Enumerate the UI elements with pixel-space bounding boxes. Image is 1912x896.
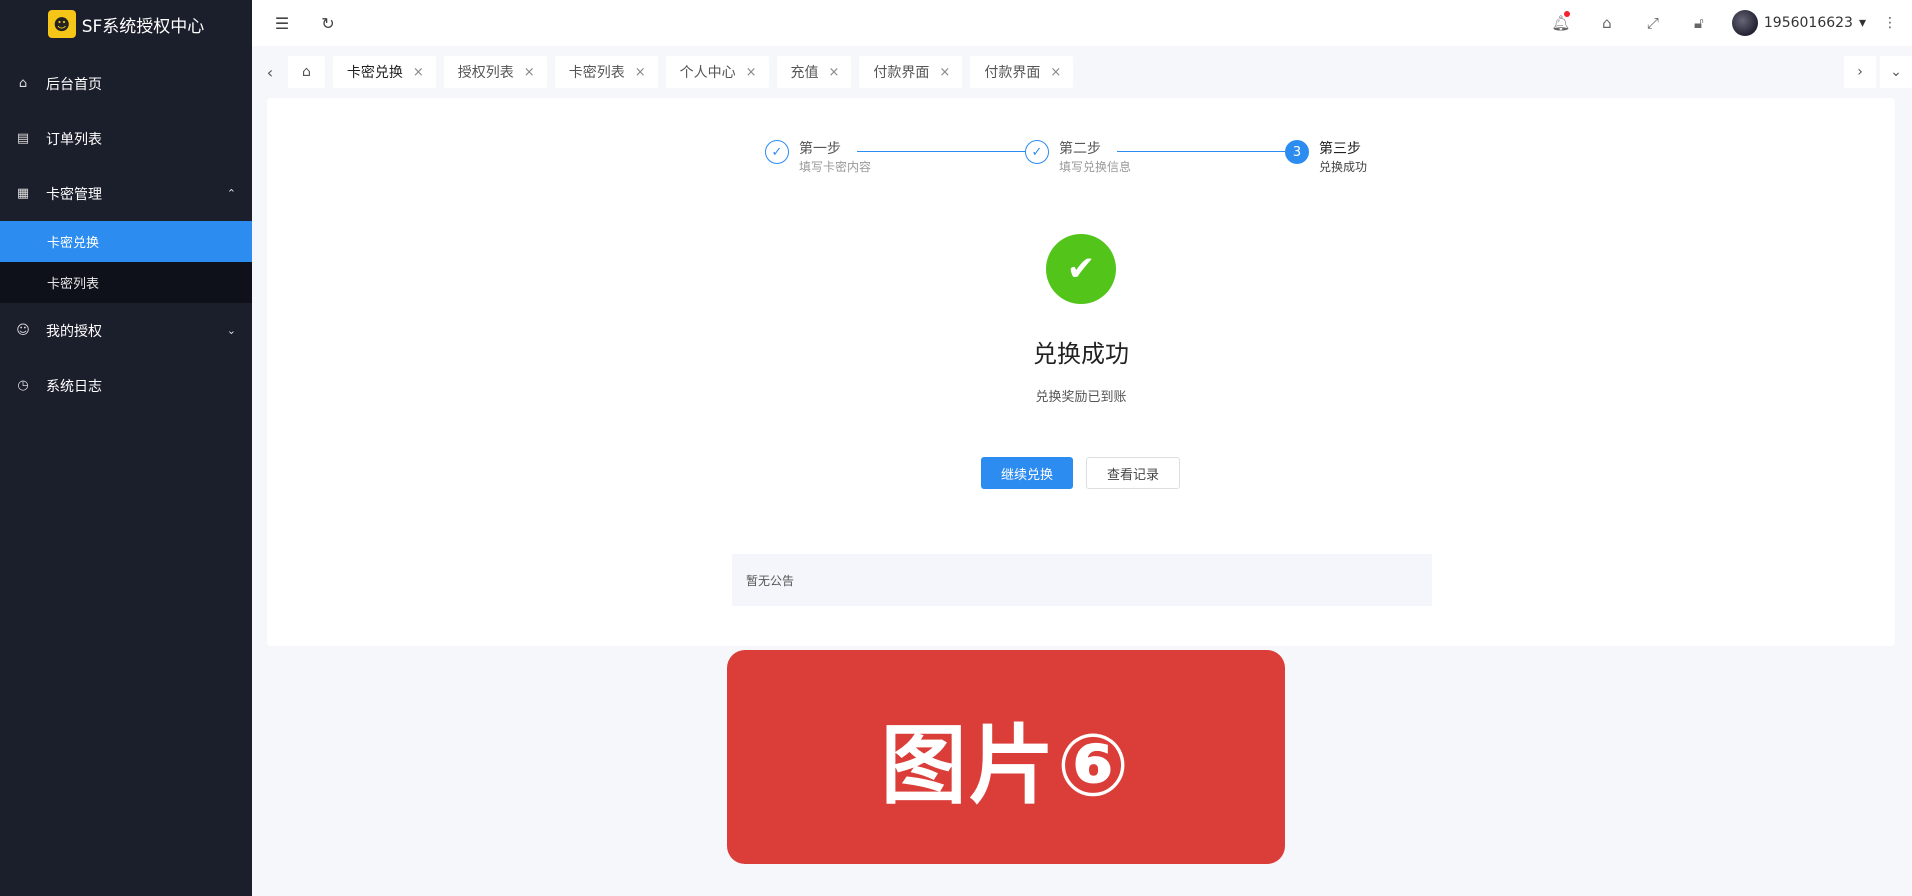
sidebar-item-label: 系统日志 <box>46 378 102 395</box>
fullscreen-icon[interactable]: ⤢ <box>1630 14 1676 32</box>
tab-home[interactable]: ⌂ <box>288 56 325 88</box>
sidebar-menu: ⌂ 后台首页 ▤ 订单列表 ▦ 卡密管理 ⌃ 卡密兑换 卡密列表 ☺ 我的授权 … <box>0 56 252 413</box>
tab-card-redeem[interactable]: 卡密兑换 × <box>332 56 436 88</box>
tab-recharge[interactable]: 充值 × <box>776 56 852 88</box>
refresh-icon[interactable]: ↻ <box>318 14 338 33</box>
sidebar-item-label: 订单列表 <box>46 131 102 148</box>
steps: ✓ 第一步 填写卡密内容 ✓ 第二步 填写兑换信息 3 第三步 兑换成功 <box>765 140 1385 180</box>
more-vertical-icon[interactable]: ⋮ <box>1878 15 1902 31</box>
grid-icon: ▦ <box>16 186 30 201</box>
chevron-left-icon[interactable]: ‹ <box>252 63 288 82</box>
check-icon: ✓ <box>1025 140 1049 164</box>
tab-label: 个人中心 <box>679 65 736 81</box>
notification-dot <box>1563 11 1570 17</box>
sidebar: ☻ SF系统授权中心 ⌂ 后台首页 ▤ 订单列表 ▦ 卡密管理 ⌃ 卡密兑换 卡… <box>0 0 252 896</box>
step-1: ✓ 第一步 填写卡密内容 <box>765 140 871 176</box>
close-icon[interactable]: × <box>1050 65 1061 80</box>
close-icon[interactable]: × <box>635 65 646 80</box>
home-icon: ⌂ <box>302 64 311 80</box>
sidebar-item-card-management[interactable]: ▦ 卡密管理 ⌃ <box>0 166 252 221</box>
close-icon[interactable]: × <box>829 65 840 80</box>
step-desc: 填写兑换信息 <box>1059 160 1132 174</box>
result-title: 兑换成功 <box>1033 340 1129 368</box>
chevron-right-icon[interactable]: › <box>1844 56 1876 88</box>
tab-payment-1[interactable]: 付款界面 × <box>859 56 963 88</box>
step-3: 3 第三步 兑换成功 <box>1285 140 1367 176</box>
sidebar-item-label: 卡密管理 <box>46 186 102 203</box>
caret-down-icon: ▾ <box>1858 15 1866 31</box>
top-header: ☰ ↻ 🔔︎ ⌂ ⤢ 🔓︎ 1956016623 ▾ ⋮ <box>252 0 1912 46</box>
username: 1956016623 <box>1763 15 1853 31</box>
clock-icon: ◷ <box>17 378 29 393</box>
sidebar-subitem-card-list[interactable]: 卡密列表 <box>0 262 252 303</box>
success-check-icon: ✔ <box>1046 234 1116 304</box>
check-icon: ✓ <box>765 140 789 164</box>
notice-box: 暂无公告 <box>732 554 1432 606</box>
image-label-banner: 图片⑥ <box>727 650 1285 864</box>
sidebar-item-orders[interactable]: ▤ 订单列表 <box>0 111 252 166</box>
chevron-down-icon: ⌄ <box>226 324 236 337</box>
tab-personal-center[interactable]: 个人中心 × <box>665 56 769 88</box>
lock-icon[interactable]: 🔓︎ <box>1676 14 1722 32</box>
tag-icon[interactable]: ⌂ <box>1584 14 1630 32</box>
sidebar-item-label: 我的授权 <box>46 323 102 340</box>
close-icon[interactable]: × <box>746 65 757 80</box>
tab-label: 付款界面 <box>984 65 1041 81</box>
view-records-button[interactable]: 查看记录 <box>1086 457 1180 489</box>
sidebar-item-dashboard[interactable]: ⌂ 后台首页 <box>0 56 252 111</box>
banner-text: 图片⑥ <box>880 715 1132 816</box>
app-title: SF系统授权中心 <box>81 16 205 37</box>
user-menu[interactable]: 1956016623 ▾ <box>1731 10 1866 36</box>
sidebar-item-label: 后台首页 <box>46 76 102 93</box>
tab-label: 卡密兑换 <box>346 65 403 81</box>
bell-icon[interactable]: 🔔︎ <box>1538 11 1584 32</box>
step-number: 3 <box>1285 140 1309 164</box>
chevron-up-icon: ⌃ <box>226 187 236 200</box>
step-title: 第三步 <box>1319 141 1361 157</box>
tabs-bar: ‹ ⌂ 卡密兑换 × 授权列表 × 卡密列表 × 个人中心 × 充值 × 付款界面 × 付款… <box>252 46 1912 98</box>
close-icon[interactable]: × <box>524 65 535 80</box>
step-connector <box>1117 151 1285 152</box>
tab-label: 授权列表 <box>457 65 514 81</box>
smile-icon: ☺ <box>16 323 30 338</box>
step-title: 第二步 <box>1059 141 1101 157</box>
avatar <box>1731 10 1758 36</box>
tab-payment-2[interactable]: 付款界面 × <box>970 56 1074 88</box>
sidebar-item-system-log[interactable]: ◷ 系统日志 <box>0 358 252 413</box>
sidebar-subitem-card-redeem[interactable]: 卡密兑换 <box>0 221 252 262</box>
sidebar-item-my-license[interactable]: ☺ 我的授权 ⌄ <box>0 303 252 358</box>
step-2: ✓ 第二步 填写兑换信息 <box>1025 140 1131 176</box>
document-icon: ▤ <box>16 131 30 146</box>
mascot-logo-icon: ☻ <box>47 10 76 38</box>
step-title: 第一步 <box>799 141 841 157</box>
result-desc: 兑换奖励已到账 <box>1035 390 1127 405</box>
logo[interactable]: ☻ SF系统授权中心 <box>0 0 252 48</box>
header-actions: 🔔︎ ⌂ ⤢ 🔓︎ 1956016623 ▾ ⋮ <box>1538 0 1912 46</box>
tabs-right-controls: › ⌄ <box>1840 56 1912 88</box>
chevron-down-icon[interactable]: ⌄ <box>1880 56 1912 88</box>
home-icon: ⌂ <box>18 76 28 91</box>
content-card: ✓ 第一步 填写卡密内容 ✓ 第二步 填写兑换信息 3 第三步 兑换成功 ✔ 兑… <box>267 98 1895 646</box>
close-icon[interactable]: × <box>939 65 950 80</box>
step-desc: 填写卡密内容 <box>799 160 872 174</box>
step-desc: 兑换成功 <box>1319 160 1368 174</box>
step-connector <box>857 151 1027 152</box>
tab-card-list[interactable]: 卡密列表 × <box>554 56 658 88</box>
tab-label: 卡密列表 <box>568 65 625 81</box>
close-icon[interactable]: × <box>413 65 424 80</box>
menu-collapse-icon[interactable]: ☰ <box>272 14 292 33</box>
tab-label: 付款界面 <box>873 65 930 81</box>
tab-license-list[interactable]: 授权列表 × <box>443 56 547 88</box>
submenu-card-management: 卡密兑换 卡密列表 <box>0 221 252 303</box>
continue-redeem-button[interactable]: 继续兑换 <box>981 457 1073 489</box>
tab-label: 充值 <box>790 65 819 81</box>
